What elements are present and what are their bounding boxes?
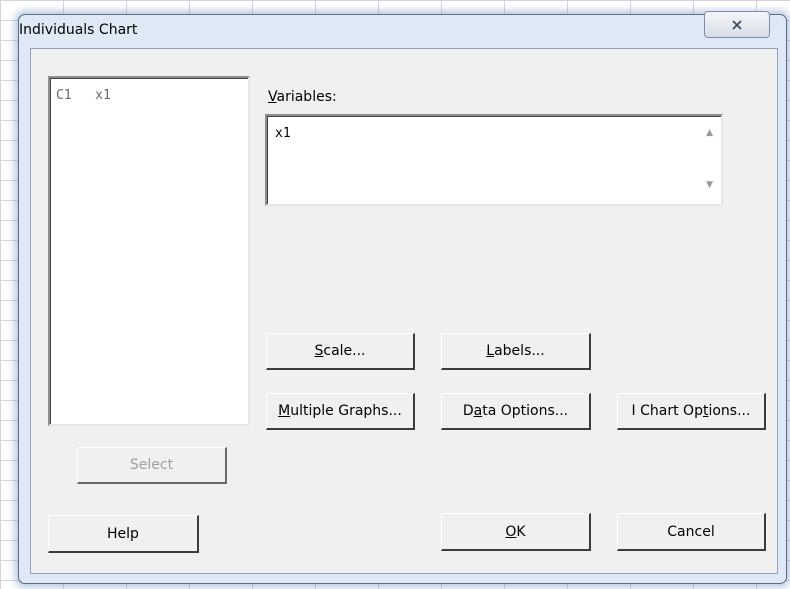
column-id: C1 — [56, 88, 72, 103]
scroll-up-icon[interactable]: ▲ — [706, 128, 713, 138]
columns-listbox[interactable]: C1 x1 — [48, 76, 250, 426]
column-name: x1 — [95, 88, 111, 103]
variables-value: x1 — [275, 126, 291, 141]
scroll-down-icon[interactable]: ▼ — [706, 180, 713, 190]
variables-label: Variables: — [268, 89, 337, 105]
select-button[interactable]: Select — [77, 447, 227, 484]
list-item[interactable]: C1 x1 — [56, 88, 111, 103]
close-button[interactable] — [704, 11, 770, 38]
help-button[interactable]: Help — [48, 515, 199, 553]
cancel-button[interactable]: Cancel — [617, 513, 766, 551]
i-chart-options-button[interactable]: I Chart Op t ions... — [617, 393, 766, 430]
variables-field[interactable]: x1 ▲ ▼ — [265, 114, 723, 206]
ok-button[interactable]: OK — [441, 513, 591, 551]
labels-button[interactable]: Labels... — [441, 333, 591, 370]
close-x-icon — [732, 19, 742, 30]
dialog-title: Individuals Chart — [19, 22, 138, 38]
multiple-graphs-button[interactable]: Multiple Graphs... — [266, 393, 415, 430]
data-options-button[interactable]: Da ta Options... — [441, 393, 591, 430]
scale-button[interactable]: Scale... — [266, 333, 415, 370]
